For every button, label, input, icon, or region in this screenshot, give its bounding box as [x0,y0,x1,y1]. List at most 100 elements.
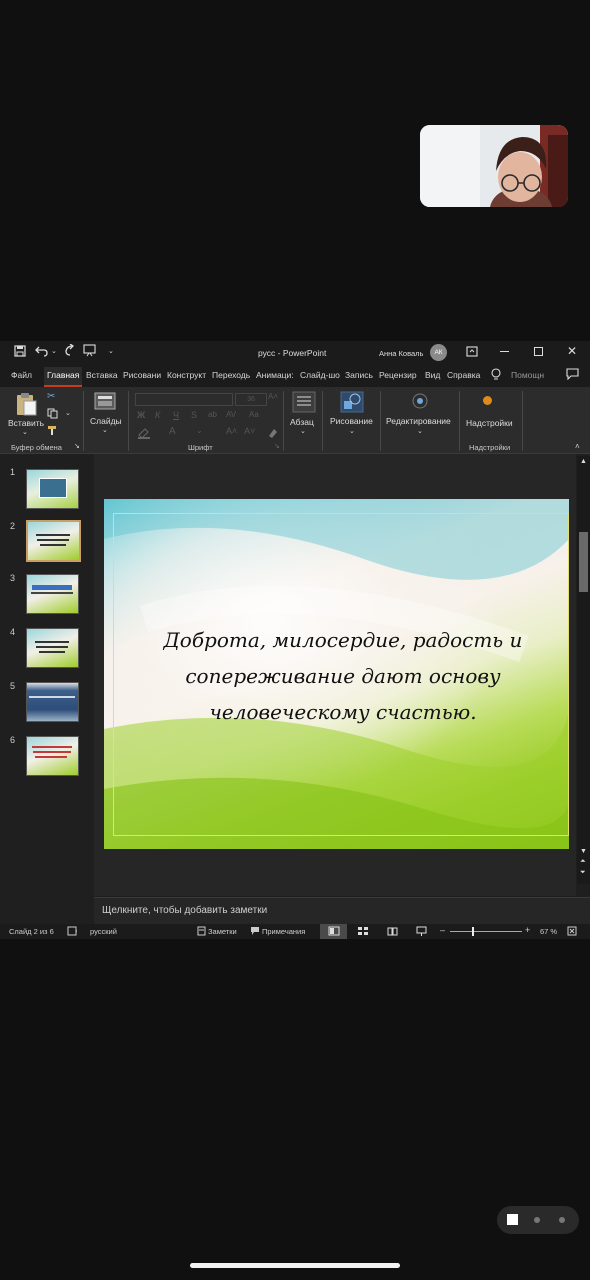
language-indicator[interactable]: русский [90,927,117,936]
ribbon-display-icon[interactable] [466,346,478,357]
home-indicator[interactable] [190,1263,400,1268]
slide-text-box[interactable]: Доброта, милосердие, радость и сопережив… [144,622,542,730]
editing-button[interactable]: Редактирование [386,416,451,426]
slideshow-icon[interactable] [416,926,427,937]
fit-to-window-icon[interactable] [567,926,577,936]
copy-icon[interactable] [47,408,58,419]
grow-font-icon[interactable]: A˄ [226,426,237,436]
previous-slide-icon[interactable]: ⏶ [580,858,586,866]
addins-icon[interactable] [483,396,492,405]
paragraph-icon[interactable] [292,391,316,413]
case-button[interactable]: Aa [249,410,259,419]
notes-pane[interactable]: Щелкните, чтобы добавить заметки [94,897,590,925]
scroll-down-icon[interactable]: ▼ [580,848,587,855]
strikethrough-button[interactable]: ab [208,410,217,419]
notes-placeholder[interactable]: Щелкните, чтобы добавить заметки [102,905,267,916]
screen-share-indicator-icon[interactable] [507,1214,518,1225]
paragraph-dropdown-icon[interactable]: ⌄ [300,427,306,435]
tab-view[interactable]: Вид [425,370,440,380]
cut-icon[interactable]: ✂ [47,391,55,402]
customize-toolbar-icon[interactable]: ⌄ [108,347,114,355]
notes-button[interactable]: Заметки [208,927,237,936]
next-slide-icon[interactable]: ⏷ [580,869,586,877]
comments-button[interactable]: Примечания [262,927,305,936]
user-name[interactable]: Анна Коваль [379,349,423,358]
font-family-box[interactable] [135,393,233,406]
tab-slideshow[interactable]: Слайд-шо [300,370,340,380]
italic-button[interactable]: К [155,410,160,420]
redo-icon[interactable] [63,344,76,357]
normal-view-button[interactable] [320,924,347,939]
slide-thumbnail-3[interactable] [26,574,79,614]
paste-button[interactable]: Вставить [8,418,44,428]
presenter-icon[interactable] [83,344,97,357]
editing-icon[interactable] [410,391,432,411]
slides-dropdown-icon[interactable]: ⌄ [102,426,108,434]
zoom-level[interactable]: 67 % [540,927,557,936]
font-size-increase-icon[interactable]: A˄ [268,392,278,401]
collapse-ribbon-icon[interactable]: ˄ [575,442,580,451]
drawing-icon[interactable] [340,391,364,413]
slide-thumbnail-5[interactable] [26,682,79,722]
new-slide-icon[interactable] [94,392,116,410]
format-painter-icon[interactable] [47,425,58,436]
undo-icon[interactable] [35,344,49,357]
minimize-button[interactable] [500,351,509,352]
zoom-slider[interactable] [450,931,522,932]
tab-file[interactable]: Файл [11,370,32,380]
clear-formatting-icon[interactable] [266,427,278,439]
addins-button[interactable]: Надстройки [466,418,513,428]
close-button[interactable]: ✕ [567,344,577,358]
page-dot[interactable] [534,1217,540,1223]
underline-button[interactable]: Ч [173,410,179,420]
tab-draw[interactable]: Рисовани [123,370,161,380]
paste-icon[interactable] [15,392,37,416]
slide-thumbnail-6[interactable] [26,736,79,776]
avatar[interactable]: АК [430,344,447,361]
copy-dropdown-icon[interactable]: ⌄ [65,409,71,417]
paragraph-button[interactable]: Абзац [290,417,314,427]
slide-sorter-icon[interactable] [358,927,368,936]
font-color-dropdown[interactable]: ⌄ [196,426,203,435]
lightbulb-icon[interactable] [491,368,501,381]
undo-dropdown-icon[interactable]: ⌄ [51,347,57,355]
webcam-preview[interactable] [420,125,568,207]
reading-view-icon[interactable] [387,927,398,936]
notes-icon[interactable] [197,926,206,936]
tab-review[interactable]: Рецензир [379,370,417,380]
accessibility-icon[interactable] [67,926,78,936]
slide-thumbnail-2[interactable] [26,520,81,562]
comments-status-icon[interactable] [250,926,260,936]
bold-button[interactable]: Ж [137,410,145,420]
spacing-button[interactable]: AV [226,410,236,419]
tab-design[interactable]: Конструкт [167,370,206,380]
maximize-button[interactable] [534,347,543,356]
clipboard-launcher-icon[interactable]: ↘ [74,442,80,450]
zoom-in-button[interactable]: + [525,925,530,935]
slide-thumbnail-4[interactable] [26,628,79,668]
paste-dropdown-icon[interactable]: ⌄ [22,428,28,436]
page-indicator[interactable] [497,1206,579,1234]
slides-button[interactable]: Слайды [90,416,122,426]
shrink-font-icon[interactable]: A˅ [244,426,255,436]
tab-record[interactable]: Запись [345,370,373,380]
drawing-dropdown-icon[interactable]: ⌄ [349,427,355,435]
font-launcher-icon[interactable]: ↘ [274,442,280,450]
slide-canvas[interactable]: Доброта, милосердие, радость и сопережив… [104,499,569,849]
tab-animations[interactable]: Анимаци: [256,370,294,380]
shadow-button[interactable]: S [191,410,197,420]
scrollbar-thumb[interactable] [579,532,588,592]
comments-icon[interactable] [566,368,579,380]
tab-home[interactable]: Главная [44,367,83,387]
tab-help[interactable]: Справка [447,370,480,380]
font-color-button[interactable]: A [169,426,176,437]
drawing-button[interactable]: Рисование [330,416,373,426]
zoom-out-button[interactable]: – [440,925,445,935]
editing-dropdown-icon[interactable]: ⌄ [417,427,423,435]
font-size-box[interactable]: 36 [235,393,267,406]
slide-thumbnail-1[interactable] [26,469,79,509]
search-input[interactable]: Помощн [511,370,544,380]
scroll-up-icon[interactable]: ▲ [580,458,587,465]
zoom-slider-thumb[interactable] [472,927,474,936]
save-icon[interactable] [14,345,26,357]
